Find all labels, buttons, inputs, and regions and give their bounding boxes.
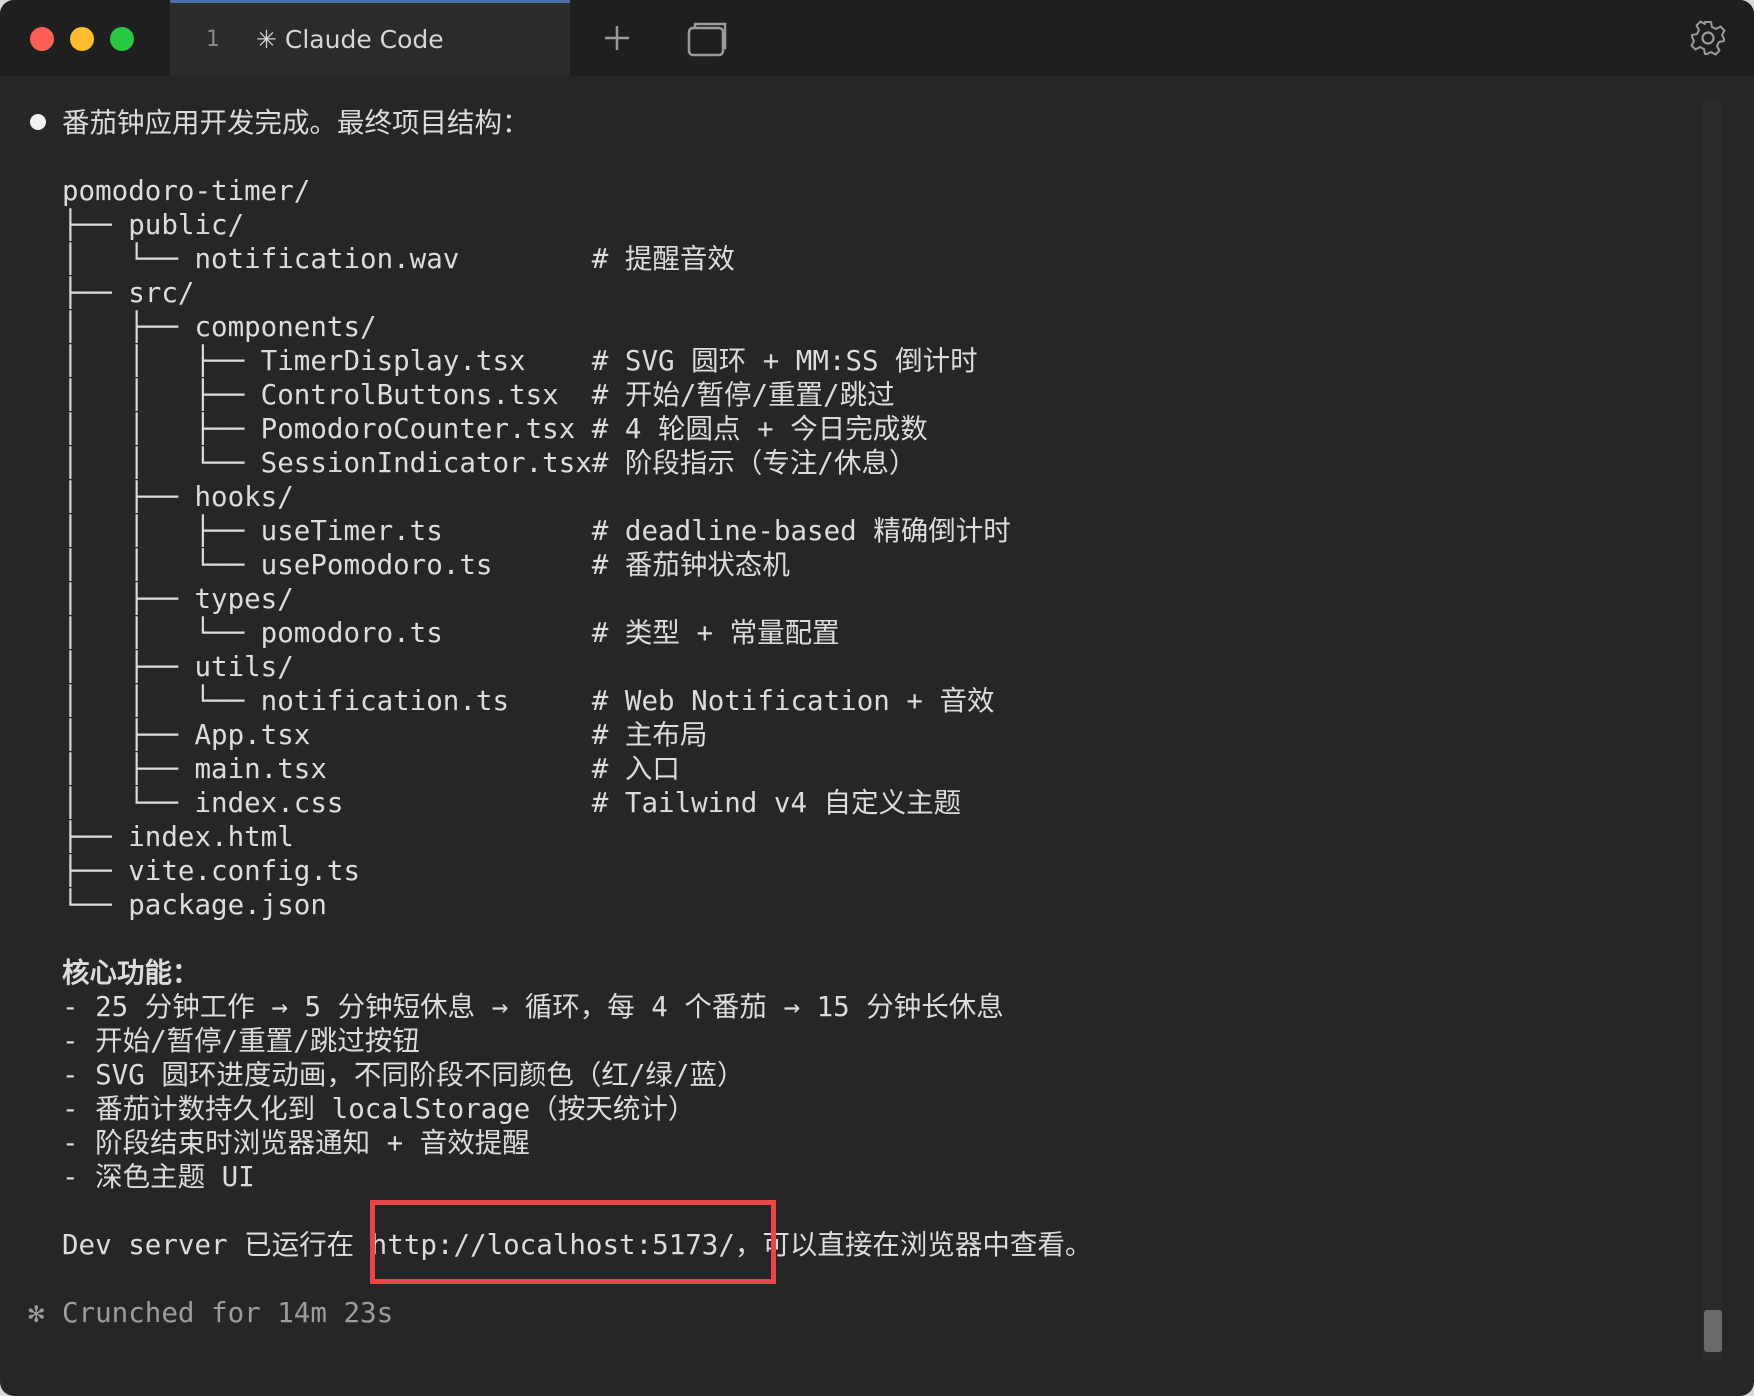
tab-overview-icon[interactable]	[686, 20, 728, 58]
tree-line: │ │ ├── TimerDisplay.tsx # SVG 圆环 + MM:S…	[62, 345, 978, 377]
gear-icon[interactable]	[1688, 18, 1728, 58]
tree-line: │ ├── types/	[62, 583, 294, 615]
feature-item: - SVG 圆环进度动画，不同阶段不同颜色（红/绿/蓝）	[62, 1059, 745, 1091]
new-tab-icon[interactable]	[600, 18, 634, 58]
tree-line: │ │ ├── ControlButtons.tsx # 开始/暂停/重置/跳过	[62, 379, 895, 411]
url-highlight-box	[370, 1200, 776, 1284]
zoom-window-button[interactable]	[110, 27, 134, 51]
tree-line: │ ├── hooks/	[62, 481, 294, 513]
feature-item: - 番茄计数持久化到 localStorage（按天统计）	[62, 1093, 696, 1125]
close-window-button[interactable]	[30, 27, 54, 51]
tab-title: ✳ Claude Code	[256, 25, 444, 54]
scrollbar-thumb[interactable]	[1704, 1310, 1722, 1352]
tab-claude-code[interactable]: 1 ✳ Claude Code	[170, 0, 570, 76]
features-title: 核心功能：	[62, 957, 200, 989]
terminal-window: 1 ✳ Claude Code 番茄钟应用开发完成。最终项目结构： pomodo…	[0, 0, 1754, 1396]
tree-line: │ │ └── notification.ts # Web Notificati…	[62, 685, 995, 717]
tree-line: │ ├── utils/	[62, 651, 294, 683]
tree-line: │ ├── App.tsx # 主布局	[62, 719, 708, 751]
message-bullet-icon	[30, 114, 46, 130]
tree-line: │ ├── components/	[62, 311, 377, 343]
feature-item: - 深色主题 UI	[62, 1161, 255, 1193]
tree-line: ├── vite.config.ts	[62, 855, 361, 887]
title-bar: 1 ✳ Claude Code	[0, 0, 1754, 76]
tree-line: ├── src/	[62, 277, 195, 309]
tree-line: │ │ └── SessionIndicator.tsx# 阶段指示（专注/休息…	[62, 447, 917, 479]
minimize-window-button[interactable]	[70, 27, 94, 51]
tree-line: │ └── notification.wav # 提醒音效	[62, 243, 735, 275]
tree-line: │ │ ├── PomodoroCounter.tsx # 4 轮圆点 + 今日…	[62, 413, 928, 445]
status-text: Crunched for 14m 23s	[62, 1297, 394, 1329]
feature-item: - 阶段结束时浏览器通知 + 音效提醒	[62, 1127, 530, 1159]
tree-line: │ │ └── pomodoro.ts # 类型 + 常量配置	[62, 617, 840, 649]
tree-line: └── package.json	[62, 889, 327, 921]
summary-heading: 番茄钟应用开发完成。最终项目结构：	[62, 107, 530, 139]
spinner-icon: ✻	[28, 1297, 45, 1329]
tab-number: 1	[206, 27, 220, 52]
tree-line: ├── public/	[62, 209, 245, 241]
tree-line: pomodoro-timer/	[62, 175, 311, 207]
tree-line: │ ├── main.tsx # 入口	[62, 753, 680, 785]
tree-line: │ │ ├── useTimer.ts # deadline-based 精确倒…	[62, 515, 1011, 547]
tree-line: │ │ └── usePomodoro.ts # 番茄钟状态机	[62, 549, 790, 581]
tree-line: │ └── index.css # Tailwind v4 自定义主题	[62, 787, 962, 819]
scrollbar-track[interactable]	[1702, 100, 1722, 1360]
tree-line: ├── index.html	[62, 821, 294, 853]
feature-item: - 25 分钟工作 → 5 分钟短休息 → 循环，每 4 个番茄 → 15 分钟…	[62, 991, 1004, 1023]
feature-item: - 开始/暂停/重置/跳过按钮	[62, 1025, 420, 1057]
